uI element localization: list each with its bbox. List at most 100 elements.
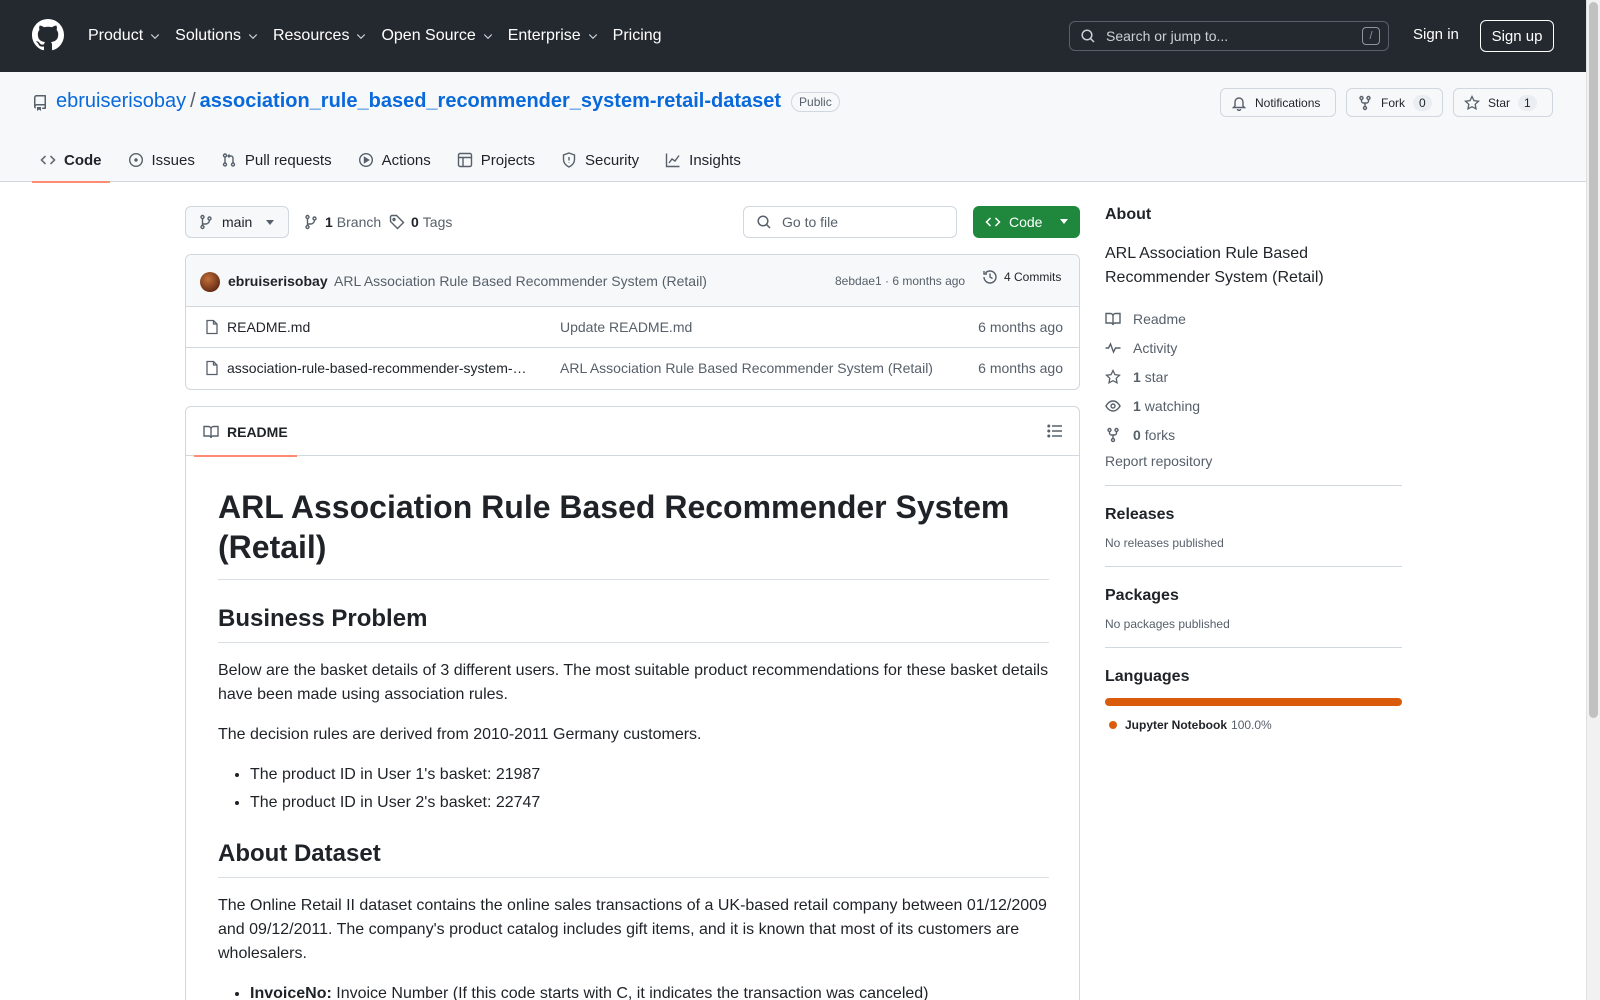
stars-label: star	[1144, 368, 1169, 385]
readme-tab-label: README	[227, 423, 288, 440]
tag-count: 0	[411, 214, 419, 230]
releases-section: Releases No releases published	[1105, 485, 1402, 550]
search-icon	[1081, 29, 1095, 43]
branch-label: Branch	[336, 214, 382, 230]
watching-count: 1	[1133, 397, 1141, 414]
fork-button[interactable]: Fork 0	[1346, 88, 1443, 117]
readme-paragraph: The decision rules are derived from 2010…	[218, 726, 702, 743]
readme-title: ARL Association Rule Based Recommender S…	[218, 487, 1049, 580]
watchers-link[interactable]: 1 watching	[1105, 391, 1402, 420]
language-item[interactable]: Jupyter Notebook 100.0%	[1105, 718, 1402, 732]
readme-link[interactable]: Readme	[1105, 304, 1402, 333]
table-of-contents-icon[interactable]	[1047, 423, 1063, 439]
file-icon	[206, 360, 218, 376]
repo-icon	[34, 95, 46, 111]
readme-link-label: Readme	[1133, 310, 1186, 327]
commits-history-link[interactable]: 4 Commits	[982, 269, 1061, 285]
readme-header: README	[186, 407, 1079, 457]
tab-pull-requests[interactable]: Pull requests	[213, 138, 340, 182]
tab-insights[interactable]: Insights	[657, 138, 749, 182]
file-commit-message-link[interactable]: ARL Association Rule Based Recommender S…	[560, 360, 933, 376]
avatar[interactable]	[200, 272, 220, 292]
search-input[interactable]: Search or jump to... /	[1069, 21, 1389, 51]
file-row[interactable]: README.md Update README.md 6 months ago	[186, 307, 1079, 348]
nav-label: Resources	[272, 27, 350, 44]
graph-icon	[665, 153, 680, 168]
caret-down-icon	[266, 220, 274, 225]
go-to-file-input[interactable]: Go to file	[743, 206, 957, 238]
page-scrollbar[interactable]	[1586, 0, 1600, 1000]
github-logo-icon[interactable]	[32, 19, 64, 51]
branch-select-button[interactable]: main	[185, 206, 289, 238]
repo-owner-link[interactable]: ebruiserisobay	[56, 90, 186, 113]
commit-author-link[interactable]: ebruiserisobay	[228, 273, 328, 289]
repo-name-link[interactable]: association_rule_based_recommender_syste…	[200, 90, 781, 113]
pull-request-icon	[222, 153, 236, 167]
file-name-link[interactable]: association-rule-based-recommender-syste…	[227, 360, 527, 376]
file-row[interactable]: association-rule-based-recommender-syste…	[186, 348, 1079, 389]
star-count: 1	[1518, 94, 1537, 111]
tags-link[interactable]: 0 Tags	[389, 214, 452, 230]
sign-in-link[interactable]: Sign in	[1413, 26, 1459, 43]
code-icon	[40, 155, 56, 165]
commit-message-link[interactable]: ARL Association Rule Based Recommender S…	[334, 273, 707, 289]
search-placeholder: Search or jump to...	[1106, 28, 1229, 44]
readme-list: InvoiceNo: Invoice Number (If this code …	[250, 982, 1049, 1000]
releases-heading[interactable]: Releases	[1105, 506, 1402, 524]
star-button[interactable]: Star 1	[1453, 88, 1553, 117]
pulse-icon	[1105, 341, 1121, 354]
releases-empty-text: No releases published	[1105, 536, 1224, 550]
nav-enterprise[interactable]: Enterprise	[508, 27, 599, 45]
branches-link[interactable]: 1 Branch	[303, 214, 381, 230]
go-to-file-placeholder: Go to file	[782, 214, 839, 230]
forks-label: forks	[1144, 426, 1176, 443]
caret-down-icon	[1060, 219, 1068, 224]
table-icon	[457, 152, 472, 168]
file-commit-message-link[interactable]: Update README.md	[560, 319, 692, 335]
history-icon	[983, 270, 997, 284]
forks-count: 0	[1133, 426, 1141, 443]
tab-label: Projects	[480, 151, 535, 169]
nav-resources[interactable]: Resources	[273, 27, 367, 45]
nav-solutions[interactable]: Solutions	[175, 27, 259, 45]
tab-code[interactable]: Code	[32, 138, 110, 183]
nav-open-source[interactable]: Open Source	[381, 27, 493, 45]
tab-actions[interactable]: Actions	[350, 138, 439, 182]
tab-label: Issues	[151, 151, 195, 169]
branch-count: 1	[325, 214, 333, 230]
repo-title: ebruiserisobay / association_rule_based_…	[56, 90, 840, 113]
nav-label: Open Source	[381, 27, 476, 44]
readme-tab[interactable]: README	[194, 407, 297, 457]
sign-up-button[interactable]: Sign up	[1480, 20, 1554, 52]
notifications-button[interactable]: Notifications	[1220, 88, 1336, 117]
chevron-down-icon	[357, 34, 366, 40]
nav-product[interactable]: Product	[88, 27, 161, 45]
branch-icon	[200, 214, 212, 230]
file-icon	[206, 319, 218, 335]
activity-label: Activity	[1133, 339, 1178, 356]
packages-heading[interactable]: Packages	[1105, 587, 1402, 605]
play-icon	[358, 152, 373, 168]
scrollbar-thumb[interactable]	[1589, 2, 1598, 718]
tab-projects[interactable]: Projects	[449, 138, 543, 182]
nav-pricing[interactable]: Pricing	[613, 27, 662, 45]
top-nav: Product Solutions Resources Open Source …	[88, 0, 676, 72]
commit-hash-time[interactable]: 8ebdae1 · 6 months ago	[835, 274, 965, 288]
list-item: The product ID in User 1's basket: 21987	[250, 763, 1049, 787]
file-commit-date: 6 months ago	[978, 319, 1063, 335]
readme-panel: README ARL Association Rule Based Recomm…	[185, 406, 1080, 1000]
code-dropdown-button[interactable]: Code	[973, 206, 1080, 238]
activity-link[interactable]: Activity	[1105, 333, 1402, 362]
forks-link[interactable]: 0 forks	[1105, 420, 1402, 449]
nav-label: Solutions	[175, 27, 241, 44]
packages-empty-text: No packages published	[1105, 617, 1230, 631]
star-label: Star	[1488, 95, 1511, 110]
language-bar	[1105, 698, 1402, 706]
file-name-link[interactable]: README.md	[227, 319, 527, 335]
list-item: InvoiceNo: Invoice Number (If this code …	[250, 982, 1049, 1000]
stars-link[interactable]: 1 star	[1105, 362, 1402, 391]
file-list: ebruiserisobay ARL Association Rule Base…	[185, 254, 1080, 390]
tab-security[interactable]: Security	[553, 138, 647, 182]
tab-issues[interactable]: Issues	[120, 138, 203, 182]
report-repository-link[interactable]: Report repository	[1105, 453, 1402, 469]
